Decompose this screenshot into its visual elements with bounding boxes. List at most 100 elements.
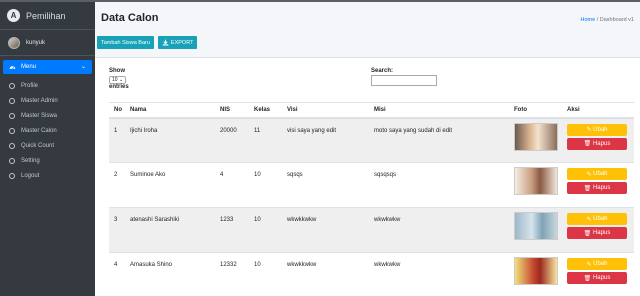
brand[interactable]: A Pemilihan <box>0 2 95 30</box>
column-header[interactable]: Visi <box>282 102 369 119</box>
cell-no: 1 <box>109 117 125 163</box>
delete-label: Hapus <box>592 185 611 191</box>
delete-label: Hapus <box>592 140 611 147</box>
circle-icon <box>9 82 15 89</box>
cell-misi: wkwkwkw <box>369 252 509 296</box>
breadcrumb-home-link[interactable]: Home <box>580 17 595 23</box>
table-row: 4 Amasuka Shino 12332 10 wkwkkwkw wkwkwk… <box>109 252 634 296</box>
entries-select[interactable]: 10 ⌄ <box>109 76 126 84</box>
entries-value: 10 <box>112 77 118 83</box>
sidebar-item-quick-count[interactable]: Quick Count <box>3 138 92 153</box>
sidebar-item-setting[interactable]: Setting <box>3 153 92 168</box>
column-header[interactable]: No <box>109 102 125 119</box>
page-title: Data Calon <box>101 12 159 24</box>
column-header[interactable]: Nama <box>125 102 215 119</box>
user-name: kunyuk <box>26 39 46 46</box>
cell-aksi: ✎ Ubah 🗑 Hapus <box>562 162 634 208</box>
breadcrumb-separator: / <box>596 17 599 23</box>
add-student-button[interactable]: Tambah Siswa Baru <box>97 36 154 49</box>
sidebar-item-master-calon[interactable]: Master Calon <box>3 123 92 138</box>
cell-misi: wkwkwkw <box>369 207 509 253</box>
sidebar-item-menu[interactable]: Menu ⌄ <box>3 60 92 74</box>
delete-label: Hapus <box>592 230 611 236</box>
edit-icon: ✎ <box>586 127 594 133</box>
trash-icon: 🗑 <box>583 230 593 237</box>
edit-label: Ubah <box>593 261 608 267</box>
candidate-table: No Nama NIS Kelas Visi Misi Foto Aksi 1 … <box>109 102 634 296</box>
sidebar-item-label: Logout <box>21 172 40 179</box>
column-header[interactable]: Kelas <box>249 102 282 119</box>
sidebar-item-label: Master Calon <box>21 127 57 134</box>
candidate-photo <box>514 122 558 151</box>
edit-button[interactable]: ✎ Ubah <box>567 258 627 270</box>
delete-button[interactable]: 🗑 Hapus <box>567 137 627 150</box>
cell-foto <box>509 252 562 296</box>
column-header[interactable]: Aksi <box>562 102 634 119</box>
sidebar: A Pemilihan kunyuk Menu ⌄ Profile Master… <box>0 2 95 296</box>
edit-icon: ✎ <box>586 171 594 178</box>
cell-foto <box>509 117 562 163</box>
cell-no: 3 <box>109 207 125 253</box>
sidebar-item-master-siswa[interactable]: Master Siswa <box>3 108 92 123</box>
sidebar-item-label: Quick Count <box>21 142 55 149</box>
cell-kelas: 10 <box>249 252 282 296</box>
sidebar-item-label: Profile <box>21 82 39 89</box>
edit-label: Ubah <box>593 216 608 222</box>
edit-label: Ubah <box>593 171 608 177</box>
edit-button[interactable]: ✎ Ubah <box>567 123 627 136</box>
delete-button[interactable]: 🗑 Hapus <box>567 182 627 194</box>
candidate-photo <box>514 212 558 240</box>
cell-nama: Ijichi Iroha <box>125 117 215 163</box>
sidebar-item-logout[interactable]: Logout <box>3 168 92 183</box>
cell-kelas: 10 <box>249 207 282 253</box>
cell-nama: Amasuka Shino <box>125 252 215 296</box>
column-header[interactable]: NIS <box>215 102 249 119</box>
sidebar-item-master-admin[interactable]: Master Admin <box>3 93 92 108</box>
cell-no: 4 <box>109 252 125 296</box>
brand-name: Pemilihan <box>26 10 66 21</box>
cell-kelas: 10 <box>249 162 282 208</box>
show-label: Show <box>109 68 125 74</box>
export-button[interactable]: EXPORT <box>157 36 198 49</box>
chevron-down-icon: ⌄ <box>80 64 86 70</box>
cell-aksi: ✎ Ubah 🗑 Hapus <box>562 207 634 253</box>
candidate-photo <box>514 257 558 285</box>
edit-icon: ✎ <box>586 261 594 268</box>
cell-kelas: 11 <box>249 117 282 163</box>
circle-icon <box>9 127 15 134</box>
cell-foto <box>509 162 562 208</box>
circle-icon <box>9 157 15 164</box>
column-header[interactable]: Foto <box>509 102 562 119</box>
circle-icon <box>9 97 15 104</box>
content-header: Data Calon Home / Dashboard v1 <box>95 2 640 34</box>
cell-foto <box>509 207 562 253</box>
data-card: Show 10 ⌄ entries Search: No Nama NIS Ke… <box>95 57 640 296</box>
cell-nis: 12332 <box>215 252 249 296</box>
export-label: EXPORT <box>170 39 194 46</box>
cell-nis: 20000 <box>215 117 249 163</box>
cell-misi: sqsqsqs <box>369 162 509 208</box>
cell-nis: 1233 <box>215 207 249 253</box>
user-panel[interactable]: kunyuk <box>0 30 95 56</box>
table-row: 3 atenashi Sarashiki 1233 10 wkwkkwkw wk… <box>109 207 634 253</box>
edit-button[interactable]: ✎ Ubah <box>567 213 627 225</box>
trash-icon: 🗑 <box>583 275 593 282</box>
sidebar-item-label: Master Admin <box>21 97 58 104</box>
toolbar: Tambah Siswa Baru EXPORT <box>97 36 198 49</box>
download-icon <box>162 39 169 46</box>
trash-icon: 🗑 <box>583 141 593 147</box>
cell-nis: 4 <box>215 162 249 208</box>
dashboard-icon <box>9 65 16 69</box>
edit-button[interactable]: ✎ Ubah <box>567 168 627 180</box>
search-input[interactable] <box>371 75 437 86</box>
cell-visi: sqsqs <box>282 162 369 208</box>
breadcrumb-current: Dashboard v1 <box>599 17 634 23</box>
entries-label: entries <box>109 84 129 90</box>
edit-label: Ubah <box>593 126 608 133</box>
delete-button[interactable]: 🗑 Hapus <box>567 272 627 284</box>
delete-button[interactable]: 🗑 Hapus <box>567 227 627 239</box>
search-label: Search: <box>371 68 394 74</box>
sidebar-item-profile[interactable]: Profile <box>3 78 92 93</box>
cell-nama: atenashi Sarashiki <box>125 207 215 253</box>
column-header[interactable]: Misi <box>369 102 509 119</box>
